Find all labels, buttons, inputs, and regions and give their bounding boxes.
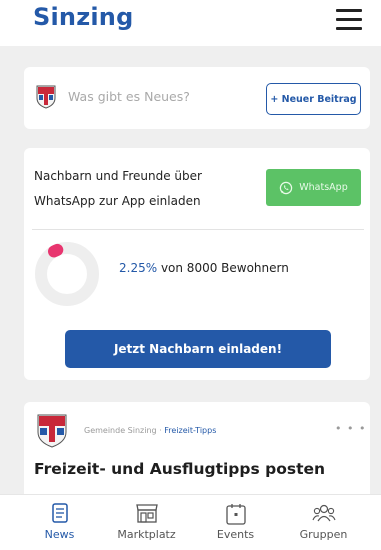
divider (32, 229, 364, 230)
progress-percent: 2.25% (119, 261, 158, 275)
nav-label-news: News (44, 528, 75, 541)
news-icon (51, 503, 68, 523)
nav-label-marktplatz: Marktplatz (117, 528, 176, 541)
whatsapp-label: WhatsApp (299, 182, 348, 193)
more-options-icon[interactable]: • • • (335, 422, 366, 435)
marketplace-icon (135, 504, 158, 523)
post-author: Gemeinde Sinzing (84, 426, 157, 435)
invite-text: Nachbarn und Freunde über WhatsApp zur A… (34, 164, 254, 214)
whatsapp-invite-button[interactable]: WhatsApp (266, 169, 361, 206)
post-meta: Gemeinde Sinzing · Freizeit-Tipps (84, 426, 216, 435)
nav-label-events: Events (216, 528, 255, 541)
nav-events[interactable]: Events (188, 495, 283, 550)
group-icon (311, 504, 336, 522)
residents-text: von 8000 Bewohnern (157, 261, 289, 275)
nav-gruppen[interactable]: Gruppen (276, 495, 371, 550)
nav-news[interactable]: News (12, 495, 107, 550)
invite-card: Nachbarn und Freunde über WhatsApp zur A… (24, 148, 370, 380)
nav-label-gruppen: Gruppen (299, 528, 348, 541)
author-avatar (37, 414, 67, 448)
invite-line-2: WhatsApp zur App einladen (34, 194, 201, 208)
post-title: Freizeit- und Ausflugtipps posten (34, 460, 326, 478)
coat-of-arms-icon (36, 85, 56, 109)
resident-stat: 2.25% von 8000 Bewohnern (119, 261, 289, 275)
post-composer-card: Was gibt es Neues? + Neuer Beitrag (24, 67, 370, 129)
new-post-button[interactable]: + Neuer Beitrag (266, 83, 361, 115)
invite-line-1: Nachbarn und Freunde über (34, 169, 202, 183)
whatsapp-icon (280, 181, 293, 194)
bottom-navigation: News Marktplatz Events Gruppen (0, 494, 381, 550)
progress-donut (35, 242, 99, 306)
hamburger-menu-icon[interactable] (336, 9, 362, 31)
post-category[interactable]: Freizeit-Tipps (164, 426, 216, 435)
nav-marktplatz[interactable]: Marktplatz (99, 495, 194, 550)
calendar-icon (225, 504, 246, 525)
top-bar: Sinzing (0, 0, 381, 46)
invite-neighbors-button[interactable]: Jetzt Nachbarn einladen! (65, 330, 331, 368)
app-title: Sinzing (33, 3, 134, 31)
post-input[interactable]: Was gibt es Neues? (68, 89, 190, 104)
